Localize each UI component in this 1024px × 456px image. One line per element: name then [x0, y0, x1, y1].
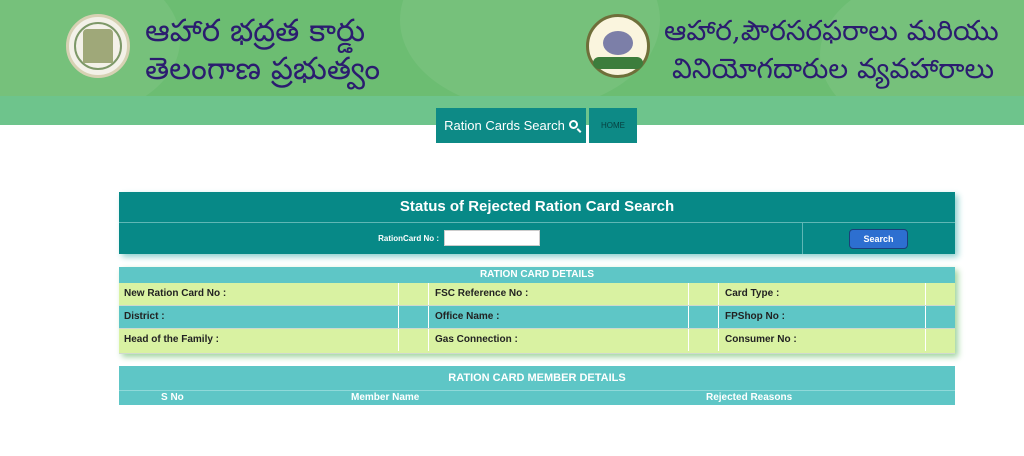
cell-divider	[428, 306, 429, 328]
cell-divider	[688, 306, 689, 328]
details-label: FSC Reference No :	[435, 288, 529, 299]
search-panel-title: Status of Rejected Ration Card Search	[119, 192, 955, 223]
department-seal-logo	[586, 14, 650, 78]
cell-divider	[398, 306, 399, 328]
cell-divider	[925, 306, 926, 328]
cell-divider	[428, 283, 429, 305]
details-row: Head of the Family : Gas Connection : Co…	[119, 329, 955, 354]
details-label: Card Type :	[725, 288, 780, 299]
rationcard-no-input[interactable]	[444, 230, 540, 246]
cell-divider	[925, 283, 926, 305]
cell-divider	[925, 329, 926, 351]
cell-divider	[718, 329, 719, 351]
details-label: New Ration Card No :	[124, 288, 227, 299]
nav-search-label: Ration Cards Search	[444, 118, 565, 133]
left-title-line1: ఆహార భద్రత కార్డు	[145, 13, 366, 49]
search-icon	[568, 120, 578, 129]
seal-band	[593, 57, 643, 69]
details-row: New Ration Card No : FSC Reference No : …	[119, 283, 955, 306]
details-label: FPShop No :	[725, 311, 785, 322]
column-header-rejected-reasons: Rejected Reasons	[706, 392, 793, 403]
cell-divider	[428, 329, 429, 351]
ration-card-details: RATION CARD DETAILS New Ration Card No :…	[119, 267, 955, 354]
details-label: District :	[124, 311, 165, 322]
member-details-heading: RATION CARD MEMBER DETAILS	[119, 366, 955, 391]
cell-divider	[688, 283, 689, 305]
left-title-line2: తెలంగాణ ప్రభుత్వం	[145, 51, 381, 87]
member-details: RATION CARD MEMBER DETAILS S No Member N…	[119, 366, 955, 405]
column-header-sno: S No	[161, 392, 184, 403]
cell-divider	[398, 283, 399, 305]
cell-divider	[688, 329, 689, 351]
details-label: Consumer No :	[725, 334, 797, 345]
search-panel: Status of Rejected Ration Card Search Ra…	[119, 192, 955, 254]
details-row: District : Office Name : FPShop No :	[119, 306, 955, 329]
search-button[interactable]: Search	[849, 229, 908, 249]
details-label: Gas Connection :	[435, 334, 518, 345]
nav-home[interactable]: HOME	[589, 108, 637, 143]
site-header: ఆహార భద్రత కార్డు తెలంగాణ ప్రభుత్వం ఆహార…	[0, 0, 1024, 96]
panel-divider	[802, 223, 803, 254]
right-title-line2: వినియోగదారుల వ్యవహారాలు	[672, 52, 995, 85]
cell-divider	[398, 329, 399, 351]
details-label: Head of the Family :	[124, 334, 220, 345]
cell-divider	[718, 306, 719, 328]
cell-divider	[718, 283, 719, 305]
right-title-line1: ఆహార,పౌరసరఫరాలు మరియు	[664, 14, 999, 47]
rationcard-no-label: RationCard No :	[378, 234, 439, 243]
column-header-member-name: Member Name	[351, 392, 420, 403]
telangana-emblem-logo	[66, 14, 130, 78]
nav-ration-cards-search[interactable]: Ration Cards Search	[436, 108, 586, 143]
seal-globe	[603, 31, 633, 55]
emblem-tower	[83, 29, 113, 63]
details-heading: RATION CARD DETAILS	[119, 267, 955, 283]
nav-home-label: HOME	[601, 121, 625, 130]
details-label: Office Name :	[435, 311, 500, 322]
